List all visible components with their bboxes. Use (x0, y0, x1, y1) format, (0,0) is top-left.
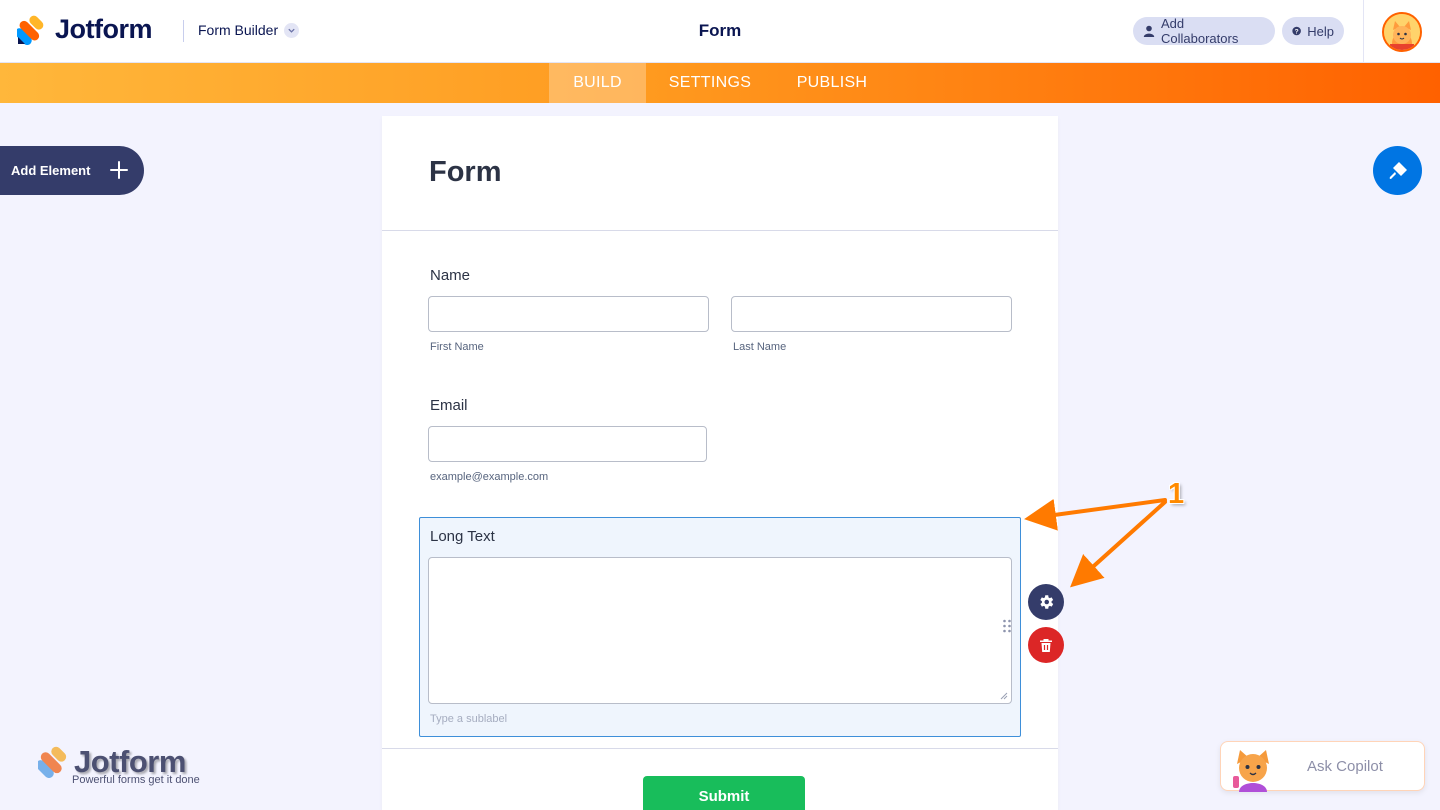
jotform-watermark-logo-icon (38, 746, 67, 778)
delete-field-button[interactable] (1028, 627, 1064, 663)
tab-publish[interactable]: PUBLISH (774, 63, 890, 103)
tab-build[interactable]: BUILD (549, 63, 646, 103)
name-label: Name (430, 267, 471, 284)
paint-roller-icon (1389, 161, 1407, 179)
first-name-input[interactable] (428, 296, 709, 332)
help-button[interactable]: ? Help (1282, 17, 1344, 45)
chevron-down-icon (284, 22, 300, 38)
resize-handle-icon[interactable] (1000, 692, 1008, 700)
tab-settings[interactable]: SETTINGS (646, 63, 774, 103)
trash-icon (1040, 639, 1052, 652)
first-name-sublabel: First Name (430, 341, 484, 353)
form-builder-dropdown[interactable]: Form Builder (198, 22, 300, 38)
last-name-input[interactable] (731, 296, 1012, 332)
email-label: Email (430, 397, 468, 414)
field-properties-button[interactable] (1028, 584, 1064, 620)
gear-icon (1040, 595, 1054, 609)
help-label: Help (1307, 23, 1334, 39)
user-icon (1143, 25, 1155, 37)
submit-button[interactable]: Submit (643, 776, 805, 810)
drag-handle-icon[interactable] (1002, 618, 1012, 634)
plus-icon (110, 161, 128, 179)
brand-name: Jotform (55, 14, 153, 44)
submit-divider-line (382, 748, 1058, 749)
svg-text:?: ? (1295, 28, 1299, 35)
header-divider-line (382, 230, 1058, 231)
add-collaborators-label: Add Collaborators (1161, 16, 1239, 46)
form-canvas: Form Name First Name Last Name Email exa… (382, 116, 1058, 810)
email-sublabel: example@example.com (430, 471, 549, 483)
ask-copilot-label: Ask Copilot (1307, 758, 1383, 775)
long-text-label[interactable]: Long Text (430, 528, 495, 545)
annotation-number: 1 (1168, 478, 1185, 510)
header-divider (183, 20, 184, 42)
annotation-arrow-gear (1070, 500, 1167, 588)
jotform-watermark: Jotform Powerful forms get it done (38, 744, 200, 786)
ask-copilot-button[interactable]: Ask Copilot (1220, 741, 1425, 792)
form-title[interactable]: Form (429, 156, 502, 189)
add-element-label: Add Element (11, 163, 91, 178)
cat-avatar-icon (1384, 14, 1420, 50)
add-collaborators-button[interactable]: Add Collaborators (1133, 16, 1275, 46)
long-text-sublabel-placeholder[interactable]: Type a sublabel (430, 713, 507, 725)
avatar[interactable] (1382, 12, 1422, 52)
copilot-cat-icon (1233, 750, 1269, 792)
add-element-button[interactable]: Add Element (0, 146, 144, 195)
jotform-logo[interactable]: Jotform (17, 14, 153, 45)
email-input[interactable] (428, 426, 707, 462)
watermark-tagline: Powerful forms get it done (72, 774, 200, 786)
form-designer-button[interactable] (1373, 146, 1422, 195)
last-name-sublabel: Last Name (733, 341, 787, 353)
builder-navigation: BUILD SETTINGS PUBLISH (0, 63, 1440, 103)
question-icon: ? (1292, 26, 1301, 35)
top-bar: Jotform Form Builder Form Add Collaborat… (0, 0, 1440, 63)
long-text-textarea[interactable] (428, 557, 1012, 704)
long-text-field-selected[interactable]: Long Text Type a sublabel (419, 517, 1021, 737)
header-divider-right (1363, 0, 1364, 63)
jotform-logo-icon (17, 15, 44, 45)
form-builder-label: Form Builder (198, 22, 279, 38)
